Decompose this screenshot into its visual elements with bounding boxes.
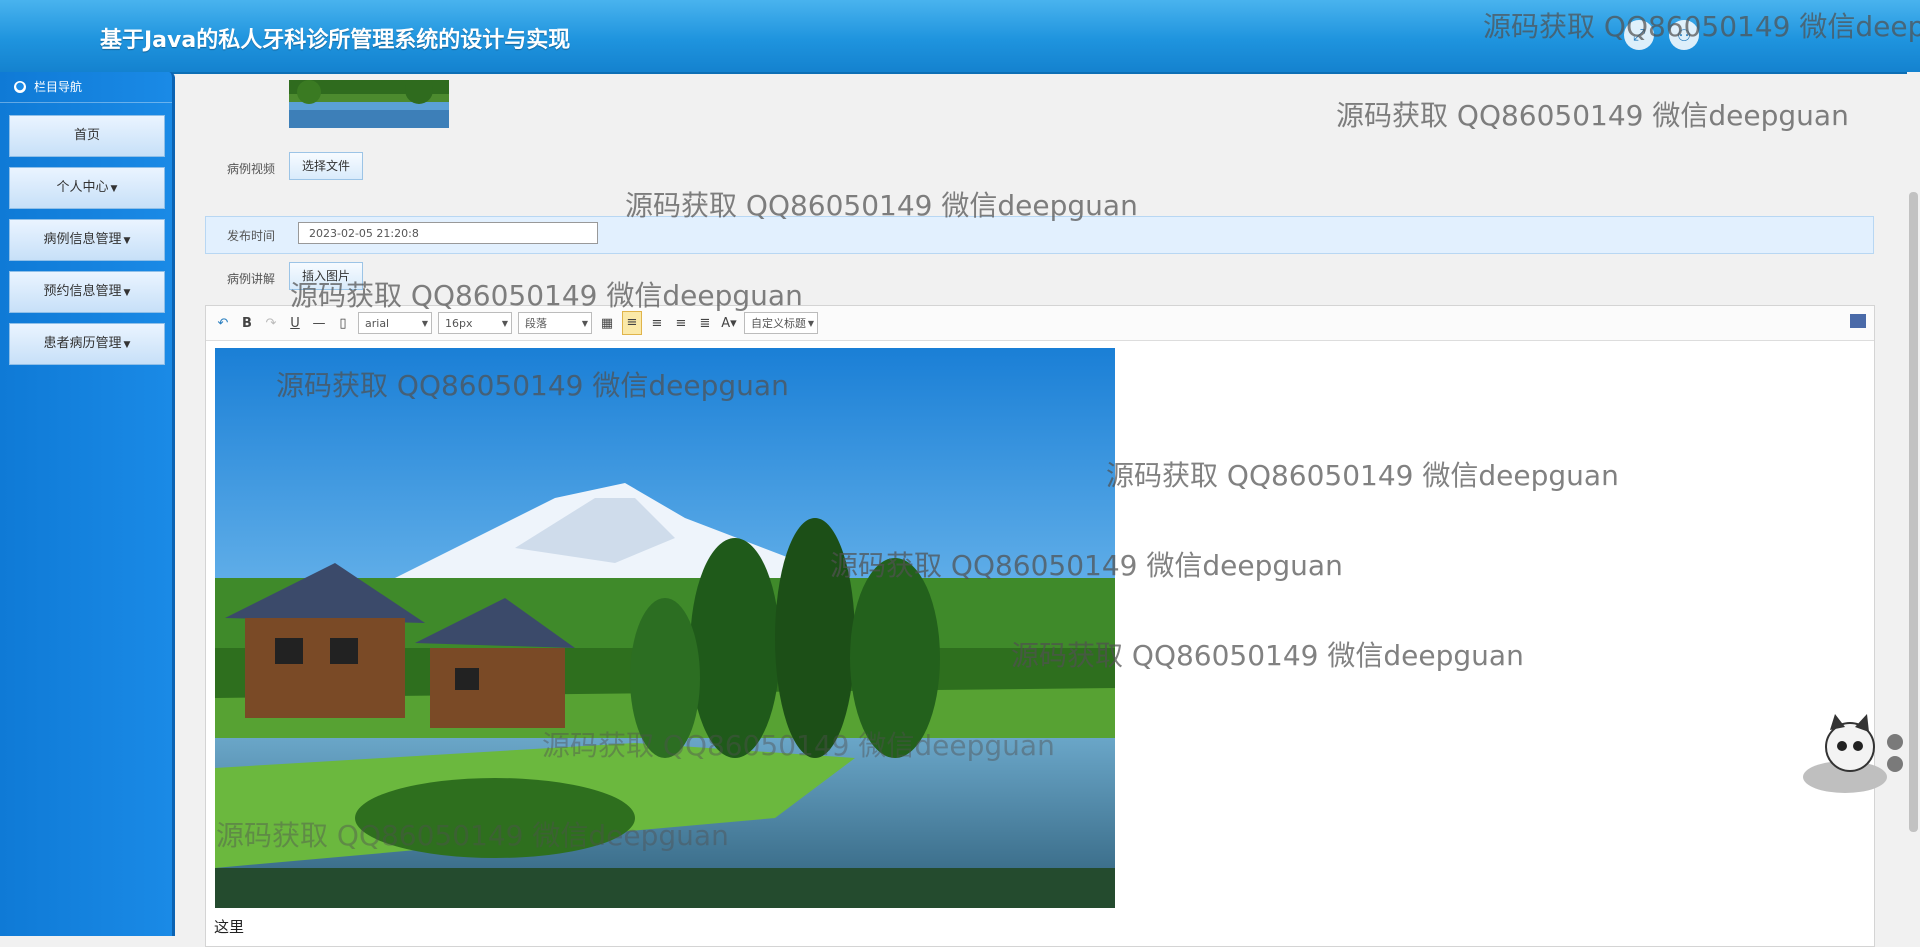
publish-time-input[interactable]: 2023-02-05 21:20:8 <box>298 222 598 244</box>
caret-down-icon: ▼ <box>123 236 131 246</box>
sidebar-item-personal-center[interactable]: 个人中心 ▼ <box>9 167 165 209</box>
align-left-icon[interactable]: ≡ <box>622 311 642 335</box>
top-header: 基于Java的私人牙科诊所管理系统的设计与实现 ⤢ ⚇ <box>0 0 1920 74</box>
page-icon[interactable]: ▯ <box>334 316 352 331</box>
sidebar-item-appointment[interactable]: 预约信息管理 ▼ <box>9 271 165 313</box>
user-icon[interactable]: ⚇ <box>1669 20 1699 50</box>
fullscreen-icon[interactable]: ⤢ <box>1624 20 1654 50</box>
redo-icon[interactable]: ↷ <box>262 316 280 331</box>
font-size-select[interactable]: 16px ▼ <box>438 312 512 334</box>
bold-icon[interactable]: B <box>238 316 256 331</box>
caret-down-icon: ▼ <box>110 184 118 194</box>
table-icon[interactable]: ▦ <box>598 316 616 331</box>
sidebar: ● 栏目导航 首页 个人中心 ▼ 病例信息管理 ▼ 预约信息管理 ▼ 患者病历管理 ▼ <box>0 72 175 936</box>
font-color-icon[interactable]: A▾ <box>720 316 738 331</box>
page-scrollbar[interactable] <box>1907 72 1920 936</box>
paragraph-select[interactable]: 段落 ▼ <box>518 312 592 334</box>
video-label: 病例视频 <box>227 162 276 176</box>
rich-text-editor[interactable]: ↶ B ↷ U — ▯ arial ▼ 16px ▼ 段落 ▼ ▦ ≡ ≡ ≡ ≣ A… <box>205 305 1875 947</box>
custom-heading-select[interactable]: 自定义标题 ▼ <box>744 312 818 334</box>
sidebar-heading: ● 栏目导航 <box>0 72 172 103</box>
align-center-icon[interactable]: ≡ <box>672 316 690 331</box>
watermark-text: 源码获取 QQ86050149 微信deepguan <box>1336 99 1849 132</box>
sidebar-item-home[interactable]: 首页 <box>9 115 165 157</box>
align-right-icon[interactable]: ≡ <box>648 316 666 331</box>
publish-time-label: 发布时间 <box>227 229 276 243</box>
align-justify-icon[interactable]: ≣ <box>696 316 714 331</box>
editor-toolbar: ↶ B ↷ U — ▯ arial ▼ 16px ▼ 段落 ▼ ▦ ≡ ≡ ≡ ≣ A… <box>206 306 1874 341</box>
sidebar-item-case-info[interactable]: 病例信息管理 ▼ <box>9 219 165 261</box>
preview-icon[interactable] <box>1850 314 1866 328</box>
nav-icon: ● <box>14 81 26 93</box>
explain-label: 病例讲解 <box>227 272 276 286</box>
underline-icon[interactable]: U <box>286 316 304 331</box>
app-title: 基于Java的私人牙科诊所管理系统的设计与实现 <box>100 28 571 53</box>
choose-file-button[interactable]: 选择文件 <box>289 152 364 180</box>
editor-body-text: 这里 <box>214 918 245 936</box>
insert-image-button[interactable]: 插入图片 <box>289 262 364 290</box>
sidebar-item-patient-records[interactable]: 患者病历管理 ▼ <box>9 323 165 365</box>
font-family-select[interactable]: arial ▼ <box>358 312 432 334</box>
horizontal-rule-icon[interactable]: — <box>310 316 328 331</box>
editor-landscape-image <box>215 348 1115 908</box>
mascot-cat-icon[interactable] <box>1795 712 1905 798</box>
caret-down-icon: ▼ <box>123 340 131 350</box>
caret-down-icon: ▼ <box>123 288 131 298</box>
case-thumbnail-image <box>289 80 449 128</box>
scrollbar-thumb[interactable] <box>1909 192 1918 832</box>
undo-icon[interactable]: ↶ <box>214 316 232 331</box>
